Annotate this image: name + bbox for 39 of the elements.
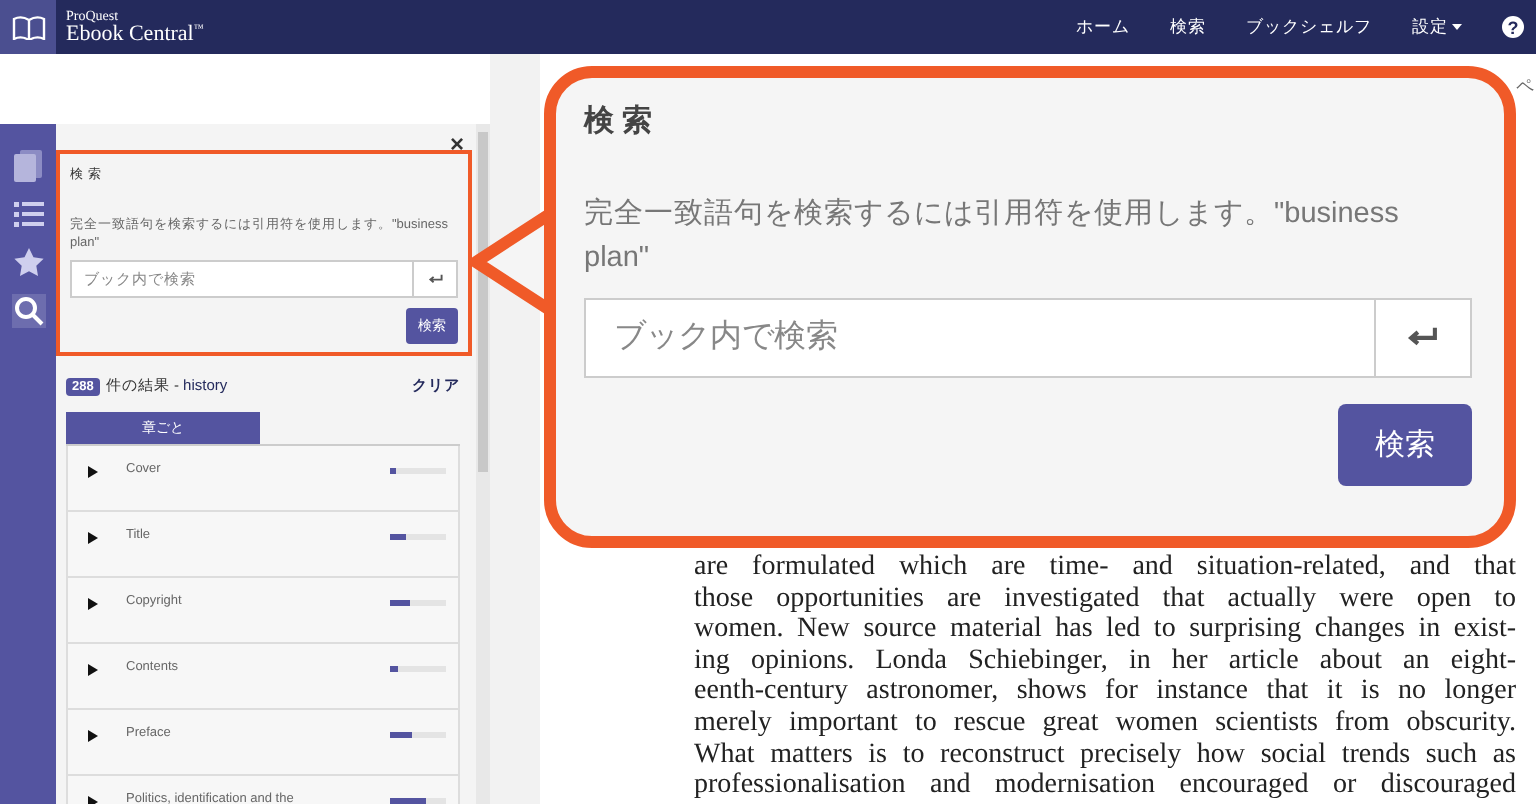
expand-arrow-icon bbox=[88, 664, 98, 676]
book-icon bbox=[14, 150, 42, 182]
body-text-line: professionalisation and modernisation encouraged or discouraged bbox=[694, 770, 1516, 802]
search-button[interactable]: 検索 bbox=[1338, 404, 1472, 486]
scrollbar-thumb[interactable] bbox=[478, 132, 488, 472]
nav-link[interactable]: 検索 bbox=[1170, 15, 1206, 39]
expand-arrow-icon bbox=[88, 730, 98, 742]
expand-arrow-icon bbox=[88, 598, 98, 610]
list-icon bbox=[13, 202, 43, 228]
body-text-line: eenth-century astronomer, shows for instance that it is no longer bbox=[694, 676, 1516, 708]
rail-button[interactable] bbox=[11, 294, 45, 328]
nav-link[interactable]: ホーム bbox=[1076, 15, 1130, 39]
search-hint: 完全一致語句を検索するには引用符を使用します。"business plan" bbox=[584, 195, 1401, 278]
body-text-line: are formulated which are time- and situation-related, and that bbox=[694, 552, 1516, 584]
brand-name: Ebook Central$^{™}$ bbox=[66, 23, 204, 45]
expand-arrow-icon bbox=[88, 532, 98, 544]
enter-icon bbox=[1406, 326, 1440, 350]
open-book-icon bbox=[11, 15, 45, 39]
enter-icon bbox=[427, 273, 443, 285]
star-icon bbox=[13, 248, 43, 276]
body-text-line: What matters is to reconstruct precisely how social trends such as bbox=[694, 739, 1516, 771]
body-text-line: those opportunities are investigated that actually were open to bbox=[694, 583, 1516, 615]
body-text-line: ing opinions. Londa Schiebinger, in her article about an eight- bbox=[694, 645, 1516, 677]
search-field[interactable]: ブック内で検索 bbox=[584, 298, 1376, 378]
rail-button[interactable] bbox=[12, 148, 44, 184]
body-text-line: merely important to rescue great women scientists from obscurity. bbox=[694, 707, 1516, 740]
close-button[interactable]: × bbox=[449, 132, 464, 156]
caret-icon bbox=[1452, 24, 1462, 30]
body-text-line: women. New source material has led to surprising changes in exist- bbox=[694, 614, 1516, 646]
expand-arrow-icon bbox=[88, 466, 98, 478]
help-icon[interactable]: ? bbox=[1502, 16, 1524, 38]
page-label: ペ bbox=[1516, 74, 1534, 100]
rail-button[interactable] bbox=[11, 246, 45, 278]
search-icon bbox=[13, 296, 43, 326]
search-title: 検 索 bbox=[584, 102, 655, 140]
enter-button[interactable] bbox=[1376, 298, 1472, 378]
rail-button[interactable] bbox=[11, 200, 45, 230]
nav-link[interactable]: 設定 bbox=[1412, 15, 1462, 39]
nav-link[interactable]: ブックシェルフ bbox=[1246, 15, 1372, 39]
